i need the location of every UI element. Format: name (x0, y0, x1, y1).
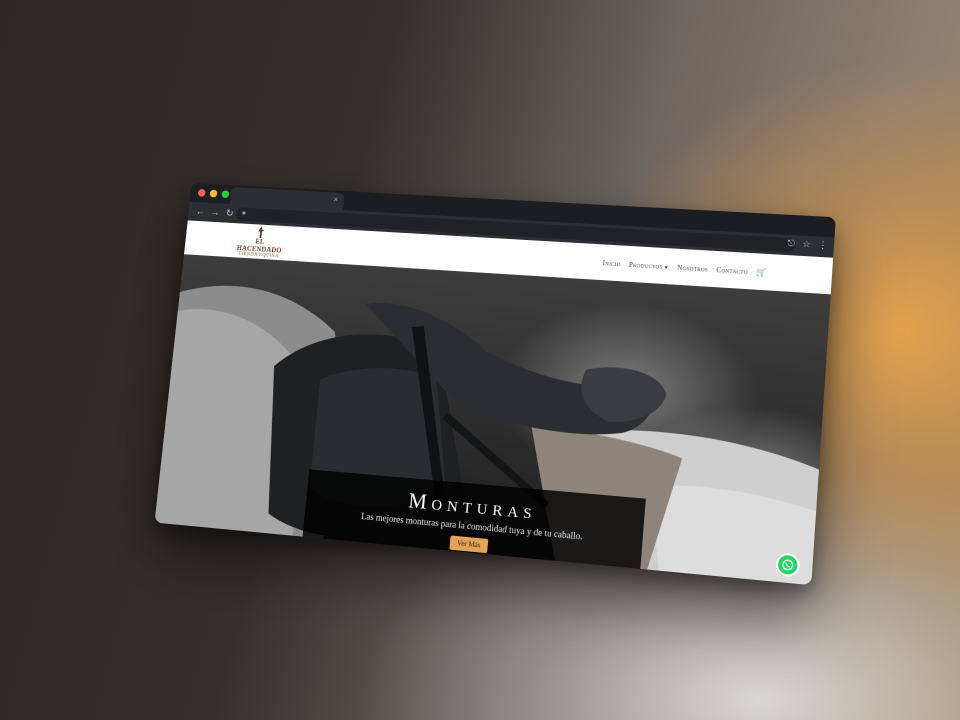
browser-window: × ← → ↻ ● ⎋ ☆ ⋮ EL HACENDADO TIENDA EQUI… (154, 183, 836, 586)
menu-dots-icon[interactable]: ⋮ (818, 240, 828, 252)
nav-item-productos-label: Productos (628, 260, 664, 271)
carousel-indicator[interactable] (449, 554, 460, 558)
whatsapp-icon (781, 558, 795, 572)
nav-item-contacto[interactable]: Contacto (716, 266, 748, 276)
site-logo[interactable]: EL HACENDADO TIENDA EQUINA (231, 225, 288, 260)
toolbar-actions: ⎋ ☆ ⋮ (787, 238, 828, 251)
lock-icon: ● (241, 208, 247, 218)
horse-logo-icon (257, 226, 265, 239)
main-navigation: Inicio Productos▼ Nosotros Contacto 🛒 (602, 258, 767, 277)
close-window-button[interactable] (197, 188, 206, 197)
scene-background: × ← → ↻ ● ⎋ ☆ ⋮ EL HACENDADO TIENDA EQUI… (0, 0, 960, 720)
share-icon[interactable]: ⎋ (787, 238, 795, 250)
nav-item-productos[interactable]: Productos▼ (629, 260, 670, 270)
reload-icon[interactable]: ↻ (223, 208, 237, 219)
back-arrow-icon[interactable]: ← (194, 206, 208, 217)
page-viewport: EL HACENDADO TIENDA EQUINA Inicio Produc… (154, 220, 834, 586)
nav-item-nosotros[interactable]: Nosotros (677, 263, 709, 273)
maximize-window-button[interactable] (221, 190, 230, 199)
carousel-indicator[interactable] (462, 556, 473, 560)
forward-arrow-icon[interactable]: → (208, 207, 222, 218)
cart-icon[interactable]: 🛒 (756, 267, 767, 277)
tab-close-icon[interactable]: × (333, 194, 339, 204)
chevron-down-icon: ▼ (663, 265, 670, 271)
minimize-window-button[interactable] (209, 189, 218, 198)
nav-item-inicio[interactable]: Inicio (602, 259, 621, 268)
carousel-indicator[interactable] (475, 557, 486, 561)
star-icon[interactable]: ☆ (802, 239, 811, 251)
see-more-button[interactable]: Ver Más (449, 535, 489, 554)
window-controls (197, 188, 230, 199)
hero-carousel: Monturas Las mejores monturas para la co… (154, 254, 831, 586)
